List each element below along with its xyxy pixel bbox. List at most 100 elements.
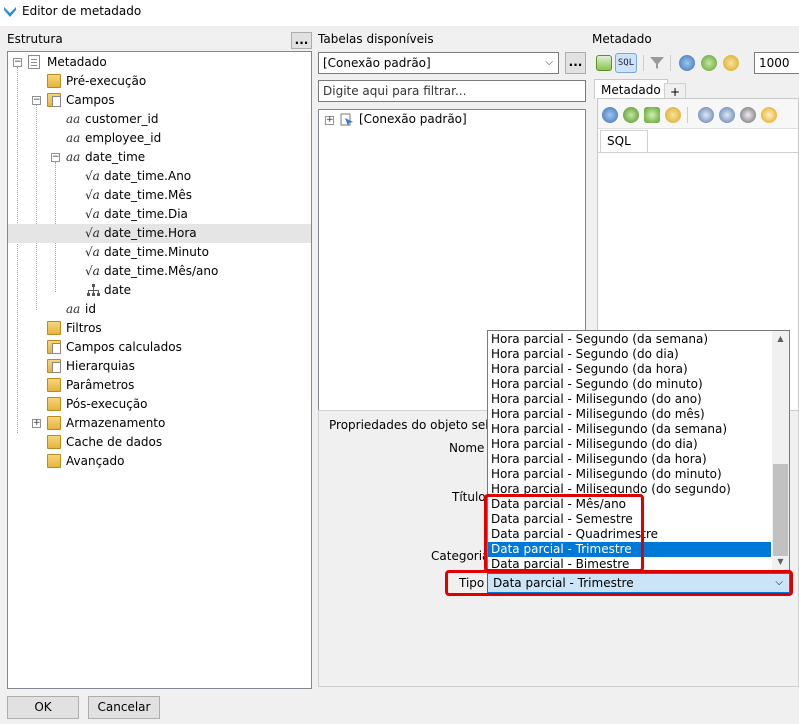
back-icon[interactable] <box>698 107 714 123</box>
collapse-icon[interactable]: − <box>32 96 41 105</box>
cancel-button[interactable]: Cancelar <box>88 696 160 719</box>
dropdown-option[interactable]: Hora parcial - Milisegundo (da hora) <box>488 452 771 467</box>
formula-field-icon: √a <box>85 264 100 278</box>
tree-item-hierarquias[interactable]: Hierarquias <box>8 357 311 376</box>
tree-item-label: Parâmetros <box>66 378 135 392</box>
clock-edit-icon[interactable] <box>761 107 777 123</box>
connection-select-value: [Conexão padrão] <box>323 56 431 70</box>
tree-item-pos-execucao[interactable]: Pós-execução <box>8 395 311 414</box>
tree-item-date-time-ano[interactable]: √a date_time.Ano <box>8 167 311 186</box>
tree-item-date-time[interactable]: − aa date_time <box>8 148 311 167</box>
structure-label: Estrutura <box>7 32 63 46</box>
filter-icon[interactable] <box>649 55 665 71</box>
tree-item-customer-id[interactable]: aa customer_id <box>8 110 311 129</box>
refresh-db-icon[interactable] <box>602 107 618 123</box>
tree-item-date-time-dia[interactable]: √a date_time.Dia <box>8 205 311 224</box>
tree-item-label: Hierarquias <box>66 359 135 373</box>
tree-item-label: Pós-execução <box>66 397 148 411</box>
text-field-icon: aa <box>66 131 81 145</box>
tree-item-armazenamento[interactable]: + Armazenamento <box>8 414 311 433</box>
formula-field-icon: √a <box>85 245 100 259</box>
scroll-thumb[interactable] <box>773 464 788 556</box>
folder-icon <box>47 397 61 411</box>
tree-item-filtros[interactable]: Filtros <box>8 319 311 338</box>
tree-item-label: customer_id <box>85 112 159 126</box>
tree-item-label: date_time.Hora <box>104 226 197 240</box>
tab-metadado[interactable]: Metadado <box>594 79 668 99</box>
tree-item-employee-id[interactable]: aa employee_id <box>8 129 311 148</box>
dropdown-option[interactable]: Hora parcial - Segundo (do minuto) <box>488 377 771 392</box>
properties-label: Propriedades do objeto seleci <box>329 418 506 432</box>
filter-input[interactable]: Digite aqui para filtrar... <box>318 80 586 102</box>
tree-item-cache-de-dados[interactable]: Cache de dados <box>8 433 311 452</box>
tree-item-date-time-mes-ano[interactable]: √a date_time.Mês/ano <box>8 262 311 281</box>
tab-sql[interactable]: SQL <box>600 130 648 152</box>
tree-item-date[interactable]: date <box>8 281 311 300</box>
tables-label: Tabelas disponíveis <box>318 32 434 46</box>
folder-icon <box>47 321 61 335</box>
title-label: Título <box>452 490 486 504</box>
tree-item-pre-execucao[interactable]: Pré-execução <box>8 72 311 91</box>
scroll-down-icon[interactable]: ▼ <box>773 555 788 569</box>
tree-item-avancado[interactable]: Avançado <box>8 452 311 471</box>
structure-more-button[interactable]: ... <box>291 32 312 49</box>
row-limit-value: 1000 <box>759 56 790 70</box>
structure-tree[interactable]: − Metadado Pré-execução − Campos aa cust… <box>7 51 312 689</box>
tree-item-parametros[interactable]: Parâmetros <box>8 376 311 395</box>
dropdown-option[interactable]: Hora parcial - Milisegundo (do ano) <box>488 392 771 407</box>
row-limit-input[interactable]: 1000 <box>754 52 799 74</box>
expand-icon[interactable]: + <box>32 419 41 428</box>
tree-item-id[interactable]: aa id <box>8 300 311 319</box>
chevron-down-icon: ⌵ <box>545 57 553 68</box>
tree-item-label: date_time.Mês/ano <box>104 264 219 278</box>
expand-icon[interactable]: + <box>325 116 334 125</box>
collapse-icon[interactable]: − <box>13 58 22 67</box>
dropdown-option[interactable]: Hora parcial - Milisegundo (do minuto) <box>488 467 771 482</box>
sql-icon[interactable]: SQL <box>615 53 637 73</box>
metadata-toolbar: SQL 1000 <box>592 52 799 74</box>
tree-item-label: Metadado <box>47 55 107 69</box>
clock-icon[interactable] <box>740 107 756 123</box>
metadata-subtoolbar <box>598 99 798 129</box>
collapse-icon[interactable]: − <box>51 153 60 162</box>
tree-item-campos-calculados[interactable]: Campos calculados <box>8 338 311 357</box>
settings-db-icon[interactable] <box>665 107 681 123</box>
text-field-icon: aa <box>66 150 81 164</box>
dropdown-option[interactable]: Hora parcial - Milisegundo (do mês) <box>488 407 771 422</box>
tree-item-campos[interactable]: − Campos <box>8 91 311 110</box>
forward-icon[interactable] <box>719 107 735 123</box>
app-logo-icon <box>4 7 16 17</box>
text-field-icon: aa <box>66 112 81 126</box>
formula-field-icon: √a <box>85 169 100 183</box>
folder-doc-icon <box>47 93 61 107</box>
dropdown-option[interactable]: Hora parcial - Segundo (do dia) <box>488 347 771 362</box>
tree-item-label: Campos calculados <box>66 340 182 354</box>
grid-icon[interactable] <box>596 55 612 71</box>
tree-item-metadado[interactable]: − Metadado <box>8 53 311 72</box>
sync-icon[interactable] <box>623 107 639 123</box>
tree-item-label: Pré-execução <box>66 74 147 88</box>
scroll-up-icon[interactable]: ▲ <box>773 332 788 346</box>
tree-item-date-time-mes[interactable]: √a date_time.Mês <box>8 186 311 205</box>
dropdown-option[interactable]: Hora parcial - Segundo (da semana) <box>488 332 771 347</box>
database-icon[interactable] <box>679 55 695 71</box>
tree-item-date-time-hora[interactable]: √a date_time.Hora <box>8 224 311 243</box>
hierarchy-icon <box>87 284 100 297</box>
tab-add[interactable]: + <box>664 83 686 99</box>
ok-button[interactable]: OK <box>7 696 79 719</box>
connection-more-button[interactable]: ... <box>565 52 586 74</box>
dropdown-option[interactable]: Hora parcial - Milisegundo (da semana) <box>488 422 771 437</box>
dropdown-option[interactable]: Hora parcial - Milisegundo (do dia) <box>488 437 771 452</box>
tree-item-date-time-minuto[interactable]: √a date_time.Minuto <box>8 243 311 262</box>
connection-select[interactable]: [Conexão padrão] ⌵ <box>318 52 559 74</box>
export-icon[interactable] <box>644 107 660 123</box>
type-select[interactable]: Data parcial - Trimestre ⌵ <box>487 573 790 593</box>
title-bar: Editor de metadado <box>0 0 799 26</box>
database-edit-icon[interactable] <box>723 55 739 71</box>
tree-item-label: date_time.Minuto <box>104 245 209 259</box>
window-title: Editor de metadado <box>22 4 142 18</box>
tree-item-label: date_time.Mês <box>104 188 192 202</box>
tree-item-label: Armazenamento <box>66 416 166 430</box>
dropdown-option[interactable]: Hora parcial - Segundo (da hora) <box>488 362 771 377</box>
database-check-icon[interactable] <box>701 55 717 71</box>
